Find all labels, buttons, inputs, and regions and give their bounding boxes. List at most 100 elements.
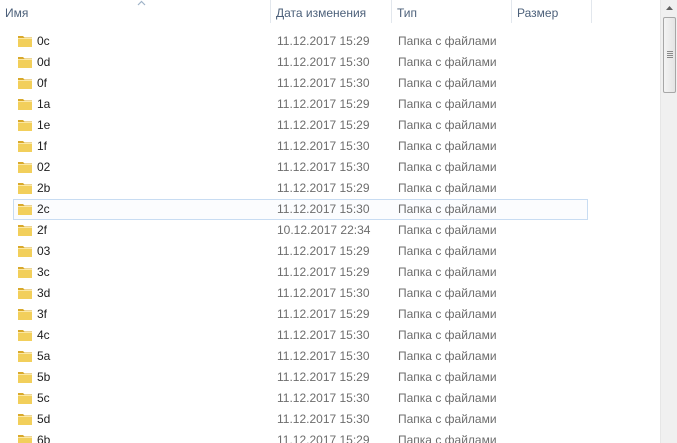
list-item[interactable]: 0d 11.12.2017 15:30 Папка с файлами [13,52,588,73]
item-name: 3c [37,265,50,279]
item-name: 3d [37,286,51,300]
item-type: Папка с файлами [398,181,497,195]
folder-icon [17,307,33,321]
list-item[interactable]: 0c 11.12.2017 15:29 Папка с файлами [13,31,588,52]
list-item[interactable]: 02 11.12.2017 15:30 Папка с файлами [13,157,588,178]
item-name: 5c [37,391,50,405]
vertical-scrollbar[interactable] [660,0,677,443]
item-type: Папка с файлами [398,328,497,342]
folder-icon [17,328,33,342]
folder-icon [17,202,33,216]
item-date-modified: 11.12.2017 15:29 [277,181,370,195]
item-name: 4c [37,328,50,342]
list-item[interactable]: 1e 11.12.2017 15:29 Папка с файлами [13,115,588,136]
list-item[interactable]: 3f 11.12.2017 15:29 Папка с файлами [13,304,588,325]
item-type: Папка с файлами [398,307,497,321]
list-item[interactable]: 2f 10.12.2017 22:34 Папка с файлами [13,220,588,241]
item-date-modified: 11.12.2017 15:29 [277,34,370,48]
item-name: 1f [37,139,48,153]
list-item[interactable]: 5d 11.12.2017 15:30 Папка с файлами [13,409,588,430]
item-name: 5d [37,412,51,426]
item-name: 2f [37,223,48,237]
column-header-size[interactable]: Размер [512,0,592,27]
grip-line [667,53,673,54]
list-item[interactable]: 6b 11.12.2017 15:29 Папка с файлами [13,430,588,443]
column-header-date-modified[interactable]: Дата изменения [271,0,392,27]
item-type: Папка с файлами [398,55,497,69]
item-date-modified: 11.12.2017 15:30 [277,391,370,405]
item-name: 0d [37,55,51,69]
item-name: 6b [37,433,51,443]
item-type: Папка с файлами [398,160,497,174]
column-header-type[interactable]: Тип [392,0,512,27]
list-item[interactable]: 1f 11.12.2017 15:30 Папка с файлами [13,136,588,157]
column-header: Имя Дата изменения Тип Размер [0,0,660,27]
item-name: 1e [37,118,51,132]
item-type: Папка с файлами [398,370,497,384]
item-date-modified: 11.12.2017 15:29 [277,97,370,111]
item-date-modified: 11.12.2017 15:30 [277,76,370,90]
list-item[interactable]: 5c 11.12.2017 15:30 Папка с файлами [13,388,588,409]
folder-icon [17,181,33,195]
item-name: 2c [37,202,50,216]
list-item[interactable]: 5b 11.12.2017 15:29 Папка с файлами [13,367,588,388]
item-name: 3f [37,307,48,321]
item-name: 02 [37,160,51,174]
column-header-name[interactable]: Имя [0,0,271,27]
file-list[interactable]: 0c 11.12.2017 15:29 Папка с файлами 0d 11.12… [0,31,660,443]
folder-icon [17,286,33,300]
list-item[interactable]: 3d 11.12.2017 15:30 Папка с файлами [13,283,588,304]
item-date-modified: 11.12.2017 15:30 [277,412,370,426]
item-type: Папка с файлами [398,412,497,426]
folder-icon [17,139,33,153]
item-date-modified: 11.12.2017 15:29 [277,433,370,443]
sort-ascending-icon [137,0,146,6]
scrollbar-thumb[interactable] [663,17,676,93]
folder-icon [17,34,33,48]
grip-line [667,57,673,58]
folder-icon [17,76,33,90]
item-type: Папка с файлами [398,223,497,237]
folder-icon [17,244,33,258]
item-date-modified: 11.12.2017 15:30 [277,202,370,216]
item-name: 03 [37,244,51,258]
item-type: Папка с файлами [398,433,497,443]
item-name: 2b [37,181,51,195]
grip-line [667,55,673,56]
item-date-modified: 11.12.2017 15:30 [277,328,370,342]
item-type: Папка с файлами [398,286,497,300]
scroll-up-arrow-icon[interactable] [661,0,677,16]
item-type: Папка с файлами [398,244,497,258]
item-name: 5b [37,370,51,384]
grip-line [667,51,673,52]
list-item[interactable]: 4c 11.12.2017 15:30 Папка с файлами [13,325,588,346]
item-name: 1a [37,97,51,111]
folder-icon [17,97,33,111]
item-type: Папка с файлами [398,118,497,132]
list-item[interactable]: 5a 11.12.2017 15:30 Папка с файлами [13,346,588,367]
item-date-modified: 10.12.2017 22:34 [277,223,371,237]
folder-icon [17,223,33,237]
item-date-modified: 11.12.2017 15:29 [277,265,370,279]
item-date-modified: 11.12.2017 15:30 [277,139,370,153]
list-item[interactable]: 03 11.12.2017 15:29 Папка с файлами [13,241,588,262]
list-item[interactable]: 3c 11.12.2017 15:29 Папка с файлами [13,262,588,283]
list-item[interactable]: 0f 11.12.2017 15:30 Папка с файлами [13,73,588,94]
item-type: Папка с файлами [398,139,497,153]
item-date-modified: 11.12.2017 15:30 [277,349,370,363]
item-type: Папка с файлами [398,34,497,48]
item-type: Папка с файлами [398,391,497,405]
folder-icon [17,370,33,384]
folder-icon [17,265,33,279]
item-type: Папка с файлами [398,349,497,363]
item-name: 0f [37,76,48,90]
list-item[interactable]: 2c 11.12.2017 15:30 Папка с файлами [13,199,588,220]
list-item[interactable]: 2b 11.12.2017 15:29 Папка с файлами [13,178,588,199]
item-date-modified: 11.12.2017 15:29 [277,244,370,258]
list-item[interactable]: 1a 11.12.2017 15:29 Папка с файлами [13,94,588,115]
folder-icon [17,55,33,69]
item-date-modified: 11.12.2017 15:29 [277,118,370,132]
folder-icon [17,433,33,443]
column-divider[interactable] [591,0,592,23]
folder-icon [17,118,33,132]
